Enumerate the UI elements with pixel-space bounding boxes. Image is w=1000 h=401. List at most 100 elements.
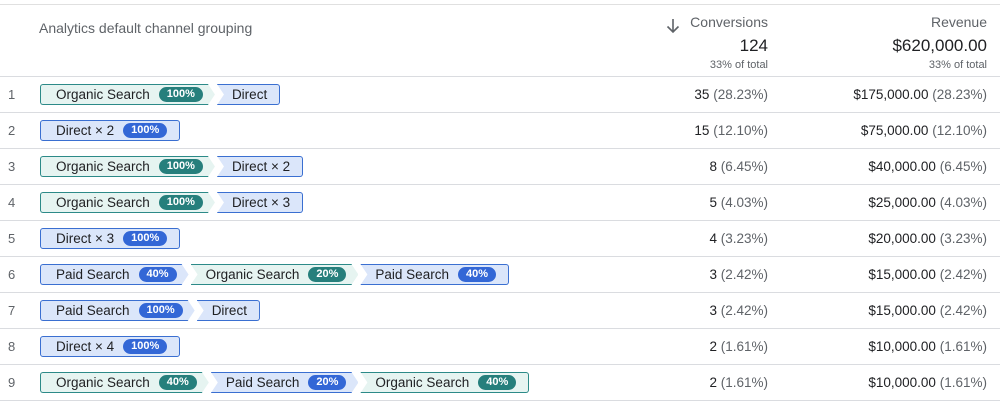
revenue-percent: (1.61%): [939, 339, 987, 354]
path-step-chip[interactable]: Paid Search 40%: [360, 264, 509, 285]
revenue-cell: $75,000.00 (12.10%): [861, 123, 987, 138]
credit-badge: 100%: [159, 87, 203, 102]
revenue-value: $10,000.00: [868, 339, 936, 354]
table-row[interactable]: 6 Paid Search 40% Organic Search 20% Paid Sea…: [0, 257, 1000, 293]
path-step-label: Direct: [211, 303, 247, 318]
revenue-percent: (2.42%): [939, 303, 987, 318]
conversions-cell: 3 (2.42%): [709, 267, 768, 282]
table-row[interactable]: 8 Direct × 4 100% 2 (1.61%) $10,000.00 (1.61…: [0, 329, 1000, 365]
path-step-label: Paid Search: [375, 267, 449, 282]
conversion-path: Direct × 2 100%: [40, 119, 183, 142]
row-number: 5: [8, 231, 16, 246]
conversions-percent: (4.03%): [720, 195, 768, 210]
conversions-value: 15: [694, 123, 710, 138]
row-number: 6: [8, 267, 16, 282]
revenue-percent: (2.42%): [939, 267, 987, 282]
revenue-value: $15,000.00: [868, 303, 936, 318]
credit-badge: 100%: [123, 123, 168, 138]
revenue-pct-of-total: 33% of total: [928, 59, 987, 71]
revenue-percent: (12.10%): [932, 123, 987, 138]
table-row[interactable]: 2 Direct × 2 100% 15 (12.10%) $75,000.00 (12…: [0, 113, 1000, 149]
revenue-percent: (1.61%): [939, 375, 987, 390]
path-step-chip[interactable]: Direct: [196, 300, 260, 321]
conversions-percent: (2.42%): [720, 267, 768, 282]
conversions-pct-of-total: 33% of total: [709, 59, 768, 71]
credit-badge: 40%: [478, 375, 517, 390]
path-step-chip[interactable]: Direct × 3 100%: [40, 228, 181, 249]
table-row[interactable]: 1 Organic Search 100% Direct 35 (28.23%) $175…: [0, 77, 1000, 113]
table-header: Analytics default channel grouping Conve…: [0, 5, 1000, 77]
path-step-chip[interactable]: Paid Search 40%: [40, 264, 189, 285]
table-row[interactable]: 5 Direct × 3 100% 4 (3.23%) $20,000.00 (3.23…: [0, 221, 1000, 257]
path-step-chip[interactable]: Organic Search 100%: [40, 84, 215, 105]
path-step-label: Direct × 2: [56, 123, 115, 138]
path-step-label: Direct × 2: [231, 159, 291, 174]
path-step-chip[interactable]: Direct × 3: [216, 192, 304, 213]
credit-badge: 100%: [159, 195, 203, 210]
conversion-path: Paid Search 40% Organic Search 20% Paid Sear…: [40, 263, 512, 286]
conversions-cell: 4 (3.23%): [709, 231, 768, 246]
path-step-chip[interactable]: Direct: [216, 84, 281, 105]
table-row[interactable]: 9 Organic Search 40% Paid Search 20% Organic …: [0, 365, 1000, 401]
table-body: 1 Organic Search 100% Direct 35 (28.23%) $175…: [0, 77, 1000, 401]
table-row[interactable]: 4 Organic Search 100% Direct × 35 (4.03%) $2…: [0, 185, 1000, 221]
conversions-cell: 5 (4.03%): [709, 195, 768, 210]
path-step-chip[interactable]: Organic Search 40%: [360, 372, 530, 393]
path-step-label: Direct × 4: [56, 339, 115, 354]
credit-badge: 40%: [159, 375, 197, 390]
revenue-cell: $175,000.00 (28.23%): [853, 87, 987, 102]
revenue-cell: $40,000.00 (6.45%): [868, 159, 987, 174]
row-number: 3: [8, 159, 16, 174]
path-step-chip[interactable]: Paid Search 100%: [40, 300, 195, 321]
revenue-value: $20,000.00: [868, 231, 936, 246]
conversions-percent: (2.42%): [720, 303, 768, 318]
revenue-percent: (4.03%): [939, 195, 987, 210]
row-number: 7: [8, 303, 16, 318]
conversions-cell: 35 (28.23%): [694, 87, 768, 102]
path-step-label: Organic Search: [56, 87, 150, 102]
conversion-path: Direct × 4 100%: [40, 335, 183, 358]
revenue-header-label: Revenue: [930, 14, 987, 30]
path-step-label: Organic Search: [205, 267, 300, 282]
conversions-value: 3: [709, 267, 717, 282]
conversions-percent: (6.45%): [720, 159, 768, 174]
table-row[interactable]: 7 Paid Search 100% Direct 3 (2.42%) $15,000.0…: [0, 293, 1000, 329]
revenue-value: $25,000.00: [868, 195, 936, 210]
conversions-percent: (1.61%): [720, 375, 768, 390]
conversions-cell: 2 (1.61%): [709, 339, 768, 354]
revenue-column-header[interactable]: Revenue $620,000.00 33% of total: [787, 14, 987, 72]
dimension-column-header[interactable]: Analytics default channel grouping: [39, 20, 252, 36]
path-step-chip[interactable]: Organic Search 100%: [40, 192, 215, 213]
conversions-cell: 15 (12.10%): [694, 123, 768, 138]
conversions-column-header[interactable]: Conversions 124 33% of total: [568, 14, 768, 72]
path-step-label: Organic Search: [56, 375, 150, 390]
conversions-cell: 8 (6.45%): [709, 159, 768, 174]
path-step-chip[interactable]: Paid Search 20%: [211, 372, 359, 393]
revenue-percent: (6.45%): [939, 159, 987, 174]
path-step-label: Organic Search: [56, 195, 150, 210]
path-step-label: Paid Search: [56, 267, 130, 282]
conversion-path: Organic Search 100% Direct × 3: [40, 191, 306, 214]
path-step-chip[interactable]: Organic Search 100%: [40, 156, 215, 177]
credit-badge: 20%: [308, 375, 346, 390]
path-step-chip[interactable]: Direct × 4 100%: [40, 336, 181, 357]
path-step-chip[interactable]: Direct × 2: [216, 156, 304, 177]
table-row[interactable]: 3 Organic Search 100% Direct × 2 8 (6.45%) $4…: [0, 149, 1000, 185]
row-number: 8: [8, 339, 16, 354]
path-step-label: Organic Search: [375, 375, 470, 390]
conversions-cell: 3 (2.42%): [709, 303, 768, 318]
path-step-label: Direct × 3: [231, 195, 291, 210]
credit-badge: 40%: [457, 267, 496, 282]
credit-badge: 100%: [139, 303, 183, 318]
path-step-chip[interactable]: Organic Search 20%: [191, 264, 359, 285]
revenue-cell: $10,000.00 (1.61%): [868, 339, 987, 354]
revenue-cell: $10,000.00 (1.61%): [868, 375, 987, 390]
conversions-value: 2: [709, 375, 717, 390]
credit-badge: 100%: [159, 159, 203, 174]
revenue-value: $10,000.00: [868, 375, 936, 390]
conversions-total: 124: [739, 36, 768, 55]
revenue-cell: $20,000.00 (3.23%): [868, 231, 987, 246]
conversions-value: 2: [709, 339, 717, 354]
path-step-chip[interactable]: Organic Search 40%: [40, 372, 209, 393]
path-step-chip[interactable]: Direct × 2 100%: [40, 120, 181, 141]
